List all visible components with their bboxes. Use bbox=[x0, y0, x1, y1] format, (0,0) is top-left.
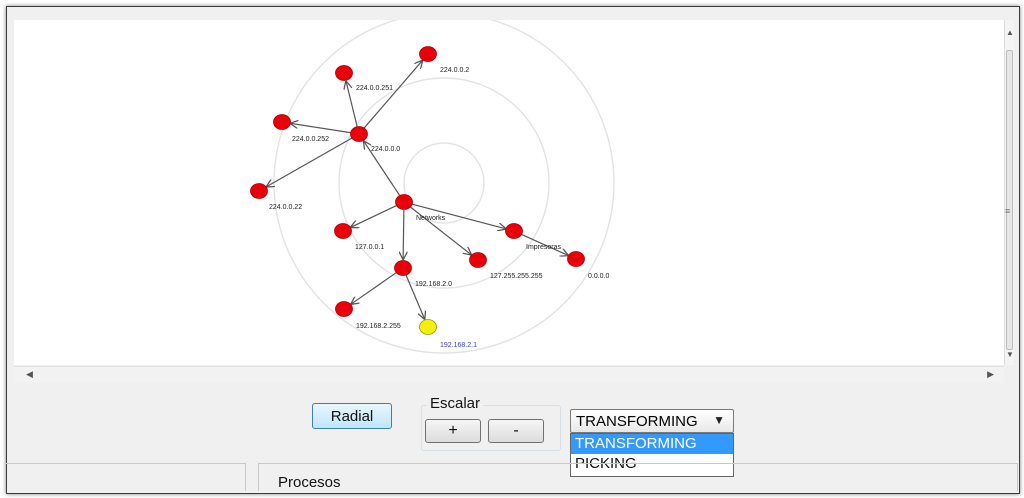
graph-node[interactable] bbox=[350, 126, 368, 142]
graph-canvas[interactable]: 224.0.0.2 224.0.0.251 224.0.0.252 224.0.0.0… bbox=[14, 12, 1004, 365]
horizontal-scrollbar[interactable]: ◀ ▶ bbox=[14, 366, 1004, 383]
ring-middle bbox=[338, 77, 550, 289]
mode-select[interactable]: TRANSFORMING ▼ bbox=[570, 409, 734, 433]
vertical-scroll-thumb[interactable] bbox=[1006, 50, 1013, 350]
zoom-out-button[interactable]: - bbox=[488, 419, 544, 443]
scroll-down-icon[interactable]: ▼ bbox=[1006, 350, 1014, 359]
graph-node-label: 224.0.0.2 bbox=[440, 67, 469, 74]
graph-edge bbox=[403, 209, 404, 260]
graph-node[interactable] bbox=[335, 65, 353, 81]
graph-node-label: 224.0.0.0 bbox=[371, 146, 400, 153]
graph-node-label: Networks bbox=[416, 215, 446, 222]
graph-labels: 224.0.0.2 224.0.0.251 224.0.0.252 224.0.0.0… bbox=[269, 67, 610, 349]
scroll-right-icon[interactable]: ▶ bbox=[987, 369, 994, 380]
left-panel-tab[interactable] bbox=[6, 463, 246, 491]
graph-edge bbox=[351, 272, 397, 305]
scroll-grip-icon: ≡ bbox=[1005, 206, 1011, 216]
graph-edge bbox=[350, 204, 398, 227]
graph-node-label: 224.0.0.252 bbox=[292, 136, 329, 143]
zoom-in-button[interactable]: + bbox=[425, 419, 481, 443]
graph-node[interactable] bbox=[334, 223, 352, 239]
graph-edge bbox=[363, 60, 423, 129]
graph-svg[interactable]: 224.0.0.2 224.0.0.251 224.0.0.252 224.0.0.0… bbox=[14, 12, 1004, 365]
graph-node[interactable] bbox=[394, 260, 412, 276]
procesos-panel[interactable] bbox=[258, 463, 1018, 491]
graph-node-label: 224.0.0.22 bbox=[269, 204, 302, 211]
scale-label: Escalar bbox=[427, 395, 484, 412]
graph-node-selected[interactable] bbox=[419, 319, 437, 335]
graph-node[interactable] bbox=[505, 223, 523, 239]
graph-node[interactable] bbox=[273, 114, 291, 130]
graph-node-label: 224.0.0.251 bbox=[356, 85, 393, 92]
chevron-down-icon[interactable]: ▼ bbox=[713, 413, 725, 427]
graph-node[interactable] bbox=[419, 46, 437, 62]
graph-nodes[interactable] bbox=[250, 46, 585, 335]
procesos-label: Procesos bbox=[278, 474, 341, 491]
graph-node[interactable] bbox=[395, 194, 413, 210]
graph-node-label: 0.0.0.0 bbox=[588, 273, 610, 280]
mode-option-transforming[interactable]: TRANSFORMING bbox=[571, 434, 733, 454]
graph-node-label: 192.168.2.255 bbox=[356, 323, 401, 330]
graph-node-label: 192.168.2.0 bbox=[415, 281, 452, 288]
graph-node[interactable] bbox=[250, 183, 268, 199]
graph-node-label: 192.168.2.1 bbox=[440, 342, 477, 349]
scroll-up-icon[interactable]: ▲ bbox=[1006, 28, 1014, 37]
graph-node-label: 127.0.0.1 bbox=[355, 244, 384, 251]
vertical-scrollbar[interactable]: ▲ ≡ ▼ bbox=[1004, 20, 1014, 365]
scroll-left-icon[interactable]: ◀ bbox=[26, 369, 33, 380]
graph-edge bbox=[290, 123, 352, 134]
graph-node[interactable] bbox=[567, 251, 585, 267]
graph-node-label: Impresoras bbox=[526, 244, 562, 251]
graph-node[interactable] bbox=[469, 252, 487, 268]
graph-node[interactable] bbox=[335, 301, 353, 317]
mode-select-value: TRANSFORMING bbox=[576, 412, 698, 430]
radial-button[interactable]: Radial bbox=[312, 403, 392, 429]
graph-node-label: 127.255.255.255 bbox=[490, 273, 543, 280]
